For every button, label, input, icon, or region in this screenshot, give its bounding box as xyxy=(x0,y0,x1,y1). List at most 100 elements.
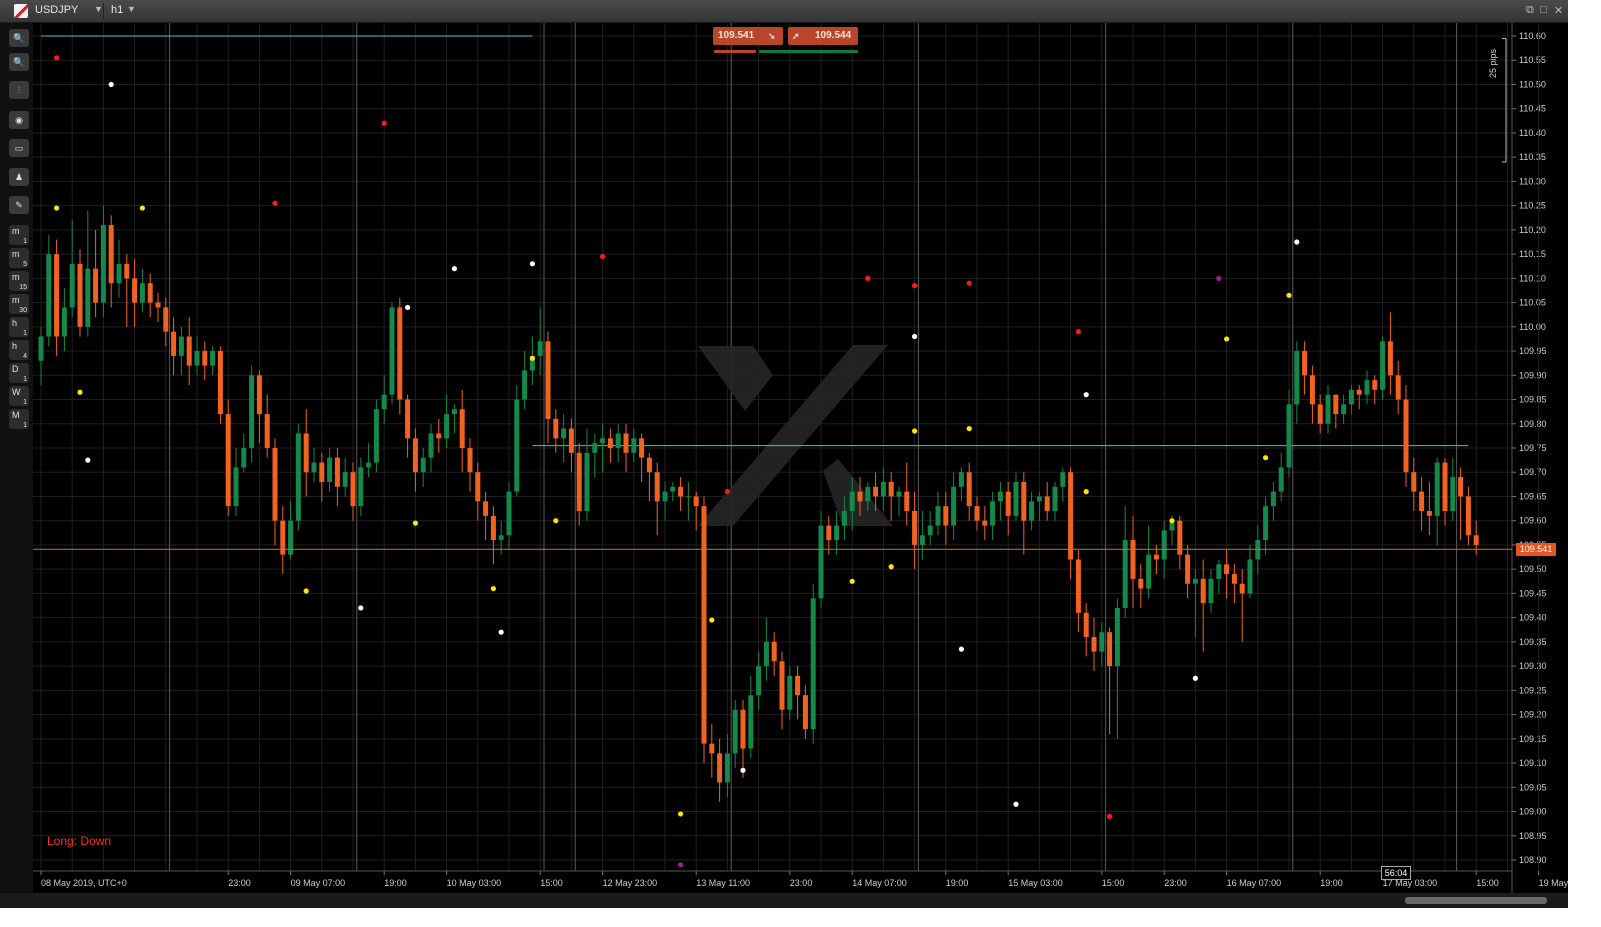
chevron-down-icon[interactable]: ▼ xyxy=(127,4,136,14)
object-icon[interactable]: ▭ xyxy=(9,139,29,157)
timeframe-button-h4[interactable]: h4 xyxy=(9,340,29,360)
timeframe-button-m5[interactable]: m5 xyxy=(9,248,29,268)
edit-chart-icon[interactable]: ✎ xyxy=(9,196,29,214)
candle-body xyxy=(919,535,925,545)
close-button[interactable]: ✕ xyxy=(1554,4,1563,17)
indicator-dot xyxy=(888,564,894,570)
timeframe-button-m15[interactable]: m 15 xyxy=(9,271,29,291)
pips-ruler-label: 25 pips xyxy=(1488,48,1498,78)
candle-body xyxy=(1458,477,1464,497)
chart-window: USDJPY ▼ h1 ▼ ⧉ □ ✕ 🔍 🔍 ⫶ ◉ ▭ ♟ ✎ m 1 m 5 m 15 m 30 h 1 h… xyxy=(0,0,1601,927)
time-tick-label: 15:00 xyxy=(540,878,563,888)
zoom-out-icon[interactable]: 🔍 xyxy=(9,53,29,71)
chevron-down-icon[interactable]: ▼ xyxy=(94,4,103,14)
candle-body xyxy=(202,351,208,366)
timeframe-button-m30[interactable]: m 30 xyxy=(9,294,29,314)
candle-body xyxy=(1263,506,1269,541)
candle-body xyxy=(600,438,606,444)
bottom-margin xyxy=(0,908,1568,927)
candle-body xyxy=(358,467,364,507)
candle-body xyxy=(1364,380,1370,395)
candles-icon[interactable]: ⫶ xyxy=(9,81,29,99)
candle-body xyxy=(685,496,691,498)
candle-body xyxy=(935,506,941,526)
candle-body xyxy=(1200,578,1206,604)
candle-body xyxy=(490,515,496,541)
price-tick-label: 110.50 xyxy=(1519,79,1546,89)
indicator-dot xyxy=(54,205,60,211)
candle-body xyxy=(249,375,255,448)
price-tick-label: 109.95 xyxy=(1519,346,1547,356)
candle-body xyxy=(615,433,621,448)
candle-body xyxy=(1239,583,1245,594)
candle-body xyxy=(116,263,122,284)
price-chart[interactable]: 110.60 110.55 110.50 110.45 110.40 110.35 110.… xyxy=(33,23,1568,893)
detach-window-button[interactable]: ⧉ xyxy=(1526,4,1534,17)
timeframe-selector[interactable]: h1 xyxy=(111,4,123,16)
indicator-dot xyxy=(303,588,309,594)
maximize-button[interactable]: □ xyxy=(1540,4,1547,16)
candle-body xyxy=(483,501,489,516)
indicator-dot xyxy=(1107,813,1113,819)
indicator-dot xyxy=(553,518,559,524)
candle-body xyxy=(139,283,145,303)
indicator-dot xyxy=(1013,801,1019,807)
price-tick-label: 110.00 xyxy=(1519,322,1546,332)
candle-body xyxy=(701,506,707,744)
timeframe-button-m1[interactable]: m1 xyxy=(9,225,29,245)
candle-body xyxy=(1060,472,1066,487)
time-tick-label: 23:00 xyxy=(1164,878,1187,888)
candle-body xyxy=(802,695,808,730)
timeframe-button-w1[interactable]: W1 xyxy=(9,386,29,406)
buy-button[interactable]: ➚ 109.544 xyxy=(788,27,858,45)
candle-body xyxy=(693,496,699,507)
candle-body xyxy=(1403,399,1409,473)
candle-body xyxy=(506,491,512,536)
current-price-tag: 109.541 xyxy=(1516,543,1556,557)
candle-body xyxy=(1107,632,1113,667)
candle-body xyxy=(1348,389,1354,405)
candle-body xyxy=(1075,559,1081,613)
candle-body xyxy=(444,414,450,439)
scrollbar-thumb[interactable] xyxy=(1405,897,1547,904)
candle-body xyxy=(576,452,582,512)
sell-button[interactable]: 109.541 ➘ xyxy=(713,27,783,45)
right-margin xyxy=(1568,0,1601,927)
trader-icon[interactable]: ♟ xyxy=(9,168,29,186)
candle-body xyxy=(943,506,949,526)
candle-body xyxy=(389,307,395,395)
circle-indicator-icon[interactable]: ◉ xyxy=(9,111,29,129)
candle-body xyxy=(1052,486,1058,512)
price-tick-label: 108.90 xyxy=(1519,855,1547,865)
candle-body xyxy=(451,409,457,415)
candle-body xyxy=(912,511,918,545)
candle-body xyxy=(147,283,153,303)
price-tick-label: 109.60 xyxy=(1519,516,1547,526)
price-tick-label: 110.10 xyxy=(1519,273,1546,283)
candle-body xyxy=(210,351,216,366)
candle-body xyxy=(1099,632,1105,652)
candle-body xyxy=(795,675,801,696)
time-tick-label: 15:00 xyxy=(1476,878,1499,888)
price-tick-label: 109.20 xyxy=(1519,710,1547,720)
chart-canvas[interactable]: 110.60 110.55 110.50 110.45 110.40 110.35 110.… xyxy=(33,23,1568,893)
candle-body xyxy=(303,433,309,473)
candle-body xyxy=(61,307,67,337)
candle-body xyxy=(342,472,348,487)
timeframe-button-h1[interactable]: h1 xyxy=(9,317,29,337)
candle-body xyxy=(607,438,613,448)
indicator-dot xyxy=(1263,455,1269,461)
candle-body xyxy=(1153,554,1159,560)
timeframe-button-d1[interactable]: D1 xyxy=(9,363,29,383)
timeframe-button-m1[interactable]: M1 xyxy=(9,409,29,429)
horizontal-scrollbar[interactable] xyxy=(0,893,1568,908)
zoom-in-icon[interactable]: 🔍 xyxy=(9,29,29,47)
symbol-selector[interactable]: USDJPY xyxy=(35,4,78,16)
indicator-dot xyxy=(1083,392,1089,398)
candle-body xyxy=(1005,491,1011,516)
indicator-dot xyxy=(678,811,684,817)
price-tick-label: 109.05 xyxy=(1519,782,1547,792)
left-toolbar: 🔍 🔍 ⫶ ◉ ▭ ♟ ✎ m 1 m 5 m 15 m 30 h 1 h 4 D 1 W 1 M 1 xyxy=(0,23,33,908)
indicator-dot xyxy=(678,862,684,868)
quick-trade-panel: 109.541 ➘ ➚ 109.544 xyxy=(713,27,859,57)
